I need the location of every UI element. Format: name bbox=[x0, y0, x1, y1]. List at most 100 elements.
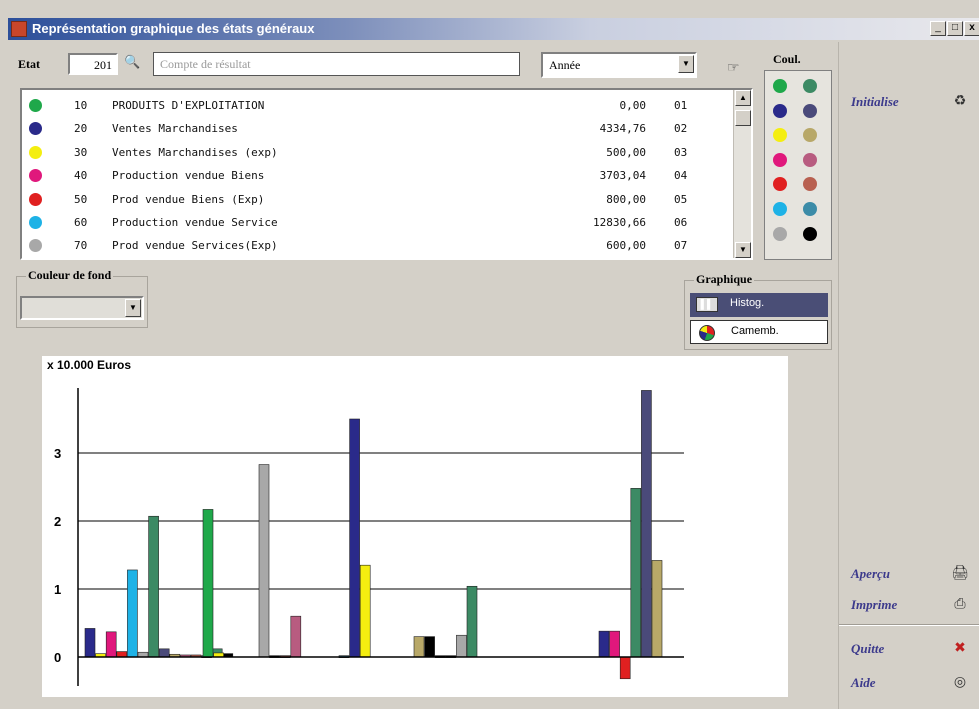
pie-option[interactable]: Camemb. bbox=[690, 320, 828, 344]
printer-icon[interactable]: ⎙ bbox=[951, 595, 969, 611]
window-title: Représentation graphique des états génér… bbox=[32, 21, 315, 36]
row-code: 70 bbox=[74, 239, 88, 253]
palette-swatch[interactable] bbox=[773, 202, 787, 216]
chart-bar bbox=[630, 488, 642, 658]
hand-pointer-icon[interactable]: ☞ bbox=[727, 59, 740, 76]
chevron-down-icon[interactable]: ▼ bbox=[678, 55, 694, 73]
palette-swatch[interactable] bbox=[803, 103, 817, 118]
palette-swatch[interactable] bbox=[803, 79, 817, 93]
initialise-button[interactable]: Initialise bbox=[851, 94, 899, 110]
imprime-button[interactable]: Imprime bbox=[851, 597, 897, 613]
list-item[interactable]: 60 Production vendue Service 12830,66 06 bbox=[22, 211, 734, 234]
scroll-down-button[interactable]: ▼ bbox=[735, 242, 751, 258]
exit-door-icon[interactable]: ✖ bbox=[951, 639, 969, 655]
period-select-value: Année bbox=[549, 58, 581, 72]
chart-bar bbox=[466, 585, 478, 658]
y-tick-label: 2 bbox=[54, 514, 61, 529]
histogram-icon: ▌▌ bbox=[696, 297, 718, 312]
row-amount: 600,00 bbox=[606, 239, 646, 253]
chart-bar bbox=[609, 630, 620, 658]
coul-label: Coul. bbox=[773, 52, 801, 66]
row-color-dot[interactable] bbox=[29, 99, 42, 112]
chart-bar bbox=[116, 651, 128, 658]
palette-swatch[interactable] bbox=[773, 128, 787, 143]
title-bar[interactable]: Représentation graphique des états génér… bbox=[8, 18, 979, 40]
quitte-button[interactable]: Quitte bbox=[851, 641, 884, 657]
chart-bar bbox=[290, 615, 302, 658]
chart-unit-label: x 10.000 Euros bbox=[47, 358, 132, 372]
list-item[interactable]: 40 Production vendue Biens 3703,04 04 bbox=[22, 164, 734, 187]
chart-bar bbox=[651, 560, 663, 658]
list-item[interactable]: 50 Prod vendue Biens (Exp) 800,00 05 bbox=[22, 188, 734, 211]
row-name: Prod vendue Services(Exp) bbox=[112, 239, 278, 253]
palette-swatch[interactable] bbox=[773, 152, 787, 167]
pie-chart-icon bbox=[699, 325, 715, 341]
graph-type-label: Graphique bbox=[694, 272, 755, 287]
list-item[interactable]: 10 PRODUITS D'EXPLOITATION 0,00 01 bbox=[22, 94, 734, 117]
row-name: Ventes Marchandises bbox=[112, 122, 238, 136]
palette-swatch[interactable] bbox=[773, 79, 787, 93]
close-button[interactable]: x bbox=[964, 21, 979, 36]
bar-chart: x 10.000 Euros 0 1 2 3 bbox=[42, 356, 788, 697]
etat-number-field[interactable]: 201 bbox=[68, 53, 118, 75]
row-color-dot[interactable] bbox=[29, 239, 42, 253]
scroll-thumb[interactable] bbox=[735, 110, 751, 126]
help-lifebuoy-icon[interactable]: ◎ bbox=[951, 673, 969, 689]
palette-swatch[interactable] bbox=[773, 177, 787, 192]
list-item[interactable]: 70 Prod vendue Services(Exp) 600,00 07 bbox=[22, 234, 734, 257]
etat-label: Etat bbox=[18, 57, 40, 71]
row-code: 10 bbox=[74, 99, 88, 112]
row-code: 40 bbox=[74, 169, 88, 183]
chart-svg: 0 1 2 3 bbox=[54, 388, 684, 686]
side-panel: Initialise ♻ Aperçu 🖨 Imprime ⎙ Quitte ✖… bbox=[838, 42, 979, 709]
row-code: 50 bbox=[74, 192, 88, 206]
row-name: Production vendue Service bbox=[112, 216, 278, 229]
row-color-dot[interactable] bbox=[29, 192, 42, 206]
aide-button[interactable]: Aide bbox=[851, 675, 876, 691]
palette-swatch[interactable] bbox=[803, 177, 817, 192]
app-icon bbox=[11, 21, 27, 37]
list-scrollbar[interactable]: ▲ ▼ bbox=[733, 90, 751, 258]
row-color-dot[interactable] bbox=[29, 122, 42, 136]
app-window: Représentation graphique des états génér… bbox=[0, 0, 979, 709]
palette-swatch[interactable] bbox=[773, 103, 787, 118]
reset-icon[interactable]: ♻ bbox=[951, 92, 969, 108]
background-color-select[interactable]: ▼ bbox=[20, 296, 144, 320]
list-item[interactable]: 30 Ventes Marchandises (exp) 500,00 03 bbox=[22, 141, 734, 164]
palette-swatch[interactable] bbox=[803, 226, 817, 241]
row-name: Prod vendue Biens (Exp) bbox=[112, 192, 265, 206]
y-tick-label: 3 bbox=[54, 446, 61, 461]
row-amount: 800,00 bbox=[606, 192, 646, 206]
row-color-dot[interactable] bbox=[29, 145, 42, 159]
pie-label: Camemb. bbox=[731, 325, 779, 337]
row-name: Ventes Marchandises (exp) bbox=[112, 145, 278, 159]
palette-swatch[interactable] bbox=[803, 202, 817, 216]
period-select[interactable]: Année ▼ bbox=[541, 52, 697, 78]
maximize-button[interactable]: □ bbox=[947, 21, 963, 36]
color-palette bbox=[764, 70, 832, 260]
chart-bar bbox=[413, 636, 425, 658]
chart-bar bbox=[598, 630, 610, 658]
chart-bar bbox=[158, 648, 170, 658]
chevron-down-icon[interactable]: ▼ bbox=[125, 299, 141, 317]
minimize-button[interactable]: _ bbox=[930, 21, 946, 36]
row-index: 07 bbox=[674, 239, 688, 253]
palette-swatch[interactable] bbox=[773, 226, 787, 241]
binoculars-icon[interactable]: 🔍 bbox=[124, 54, 140, 70]
row-color-dot[interactable] bbox=[29, 216, 42, 229]
side-divider bbox=[839, 624, 979, 626]
histogram-option[interactable]: ▌▌ Histog. bbox=[690, 293, 828, 317]
preview-icon[interactable]: 🖨 bbox=[951, 564, 969, 580]
account-search-input[interactable] bbox=[153, 52, 520, 76]
row-amount: 4334,76 bbox=[599, 122, 646, 136]
apercu-button[interactable]: Aperçu bbox=[851, 566, 890, 582]
palette-swatch[interactable] bbox=[803, 152, 817, 167]
row-amount: 500,00 bbox=[606, 145, 646, 159]
scroll-up-button[interactable]: ▲ bbox=[735, 90, 751, 106]
list-item[interactable]: 20 Ventes Marchandises 4334,76 02 bbox=[22, 117, 734, 140]
row-amount: 0,00 bbox=[619, 99, 647, 112]
background-color-label: Couleur de fond bbox=[26, 268, 114, 283]
palette-swatch[interactable] bbox=[803, 128, 817, 143]
states-list[interactable]: 10 PRODUITS D'EXPLOITATION 0,00 01 20 Ventes … bbox=[20, 88, 753, 260]
row-color-dot[interactable] bbox=[29, 169, 42, 183]
